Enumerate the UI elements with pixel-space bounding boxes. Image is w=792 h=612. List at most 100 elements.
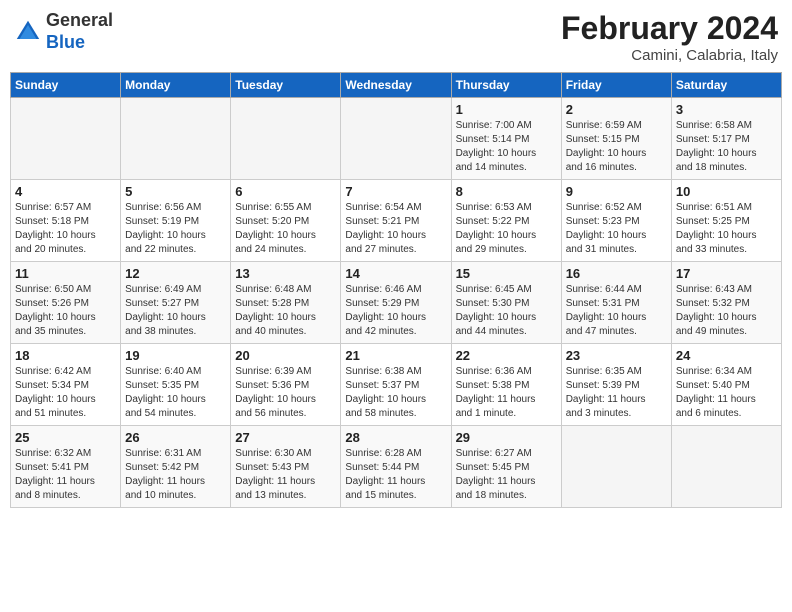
day-info: Sunrise: 6:53 AM Sunset: 5:22 PM Dayligh… <box>456 201 557 257</box>
logo-icon <box>14 18 42 46</box>
day-info: Sunrise: 6:43 AM Sunset: 5:32 PM Dayligh… <box>676 283 777 339</box>
day-number: 27 <box>235 430 336 445</box>
weekday-header-tuesday: Tuesday <box>231 73 341 98</box>
week-row-2: 4 Sunrise: 6:57 AM Sunset: 5:18 PM Daylig… <box>11 180 782 262</box>
day-number: 25 <box>15 430 116 445</box>
day-cell: 28 Sunrise: 6:28 AM Sunset: 5:44 PM Dayli… <box>341 426 451 508</box>
day-number: 7 <box>345 184 446 199</box>
day-number: 8 <box>456 184 557 199</box>
weekday-header-thursday: Thursday <box>451 73 561 98</box>
day-cell <box>341 98 451 180</box>
day-cell: 6 Sunrise: 6:55 AM Sunset: 5:20 PM Daylig… <box>231 180 341 262</box>
day-cell <box>121 98 231 180</box>
day-number: 18 <box>15 348 116 363</box>
day-info: Sunrise: 6:57 AM Sunset: 5:18 PM Dayligh… <box>15 201 116 257</box>
week-row-4: 18 Sunrise: 6:42 AM Sunset: 5:34 PM Dayli… <box>11 344 782 426</box>
calendar-table: SundayMondayTuesdayWednesdayThursdayFrid… <box>10 72 782 508</box>
day-cell: 12Sunrise: 6:49 AM Sunset: 5:27 PM Dayli… <box>121 262 231 344</box>
weekday-header-friday: Friday <box>561 73 671 98</box>
weekday-header-wednesday: Wednesday <box>341 73 451 98</box>
day-cell: 23 Sunrise: 6:35 AM Sunset: 5:39 PM Dayli… <box>561 344 671 426</box>
day-info: Sunrise: 6:36 AM Sunset: 5:38 PM Dayligh… <box>456 365 557 421</box>
day-cell <box>671 426 781 508</box>
day-number: 16 <box>566 266 667 281</box>
location: Camini, Calabria, Italy <box>561 47 778 64</box>
day-number: 14 <box>345 266 446 281</box>
day-number: 9 <box>566 184 667 199</box>
day-cell: 10 Sunrise: 6:51 AM Sunset: 5:25 PM Dayli… <box>671 180 781 262</box>
day-cell: 27Sunrise: 6:30 AM Sunset: 5:43 PM Dayli… <box>231 426 341 508</box>
day-info: Sunrise: 6:32 AM Sunset: 5:41 PM Dayligh… <box>15 447 116 503</box>
day-number: 5 <box>125 184 226 199</box>
day-info: Sunrise: 7:00 AM Sunset: 5:14 PM Dayligh… <box>456 119 557 175</box>
day-info: Sunrise: 6:51 AM Sunset: 5:25 PM Dayligh… <box>676 201 777 257</box>
day-info: Sunrise: 6:28 AM Sunset: 5:44 PM Dayligh… <box>345 447 446 503</box>
day-cell <box>561 426 671 508</box>
day-cell: 2Sunrise: 6:59 AM Sunset: 5:15 PM Daylig… <box>561 98 671 180</box>
day-cell: 13Sunrise: 6:48 AM Sunset: 5:28 PM Dayli… <box>231 262 341 344</box>
day-cell <box>11 98 121 180</box>
day-cell: 26Sunrise: 6:31 AM Sunset: 5:42 PM Dayli… <box>121 426 231 508</box>
day-info: Sunrise: 6:45 AM Sunset: 5:30 PM Dayligh… <box>456 283 557 339</box>
day-number: 22 <box>456 348 557 363</box>
day-number: 19 <box>125 348 226 363</box>
day-number: 3 <box>676 102 777 117</box>
day-info: Sunrise: 6:38 AM Sunset: 5:37 PM Dayligh… <box>345 365 446 421</box>
day-info: Sunrise: 6:55 AM Sunset: 5:20 PM Dayligh… <box>235 201 336 257</box>
day-cell: 29 Sunrise: 6:27 AM Sunset: 5:45 PM Dayli… <box>451 426 561 508</box>
day-number: 29 <box>456 430 557 445</box>
title-block: February 2024 Camini, Calabria, Italy <box>561 10 778 64</box>
day-number: 15 <box>456 266 557 281</box>
week-row-1: 1 Sunrise: 7:00 AM Sunset: 5:14 PM Daylig… <box>11 98 782 180</box>
weekday-header-monday: Monday <box>121 73 231 98</box>
day-number: 10 <box>676 184 777 199</box>
day-info: Sunrise: 6:44 AM Sunset: 5:31 PM Dayligh… <box>566 283 667 339</box>
day-number: 20 <box>235 348 336 363</box>
day-cell: 18 Sunrise: 6:42 AM Sunset: 5:34 PM Dayli… <box>11 344 121 426</box>
weekday-header-sunday: Sunday <box>11 73 121 98</box>
day-cell: 24 Sunrise: 6:34 AM Sunset: 5:40 PM Dayli… <box>671 344 781 426</box>
logo: General Blue <box>14 10 113 53</box>
day-cell: 15 Sunrise: 6:45 AM Sunset: 5:30 PM Dayli… <box>451 262 561 344</box>
day-cell: 21 Sunrise: 6:38 AM Sunset: 5:37 PM Dayli… <box>341 344 451 426</box>
day-number: 1 <box>456 102 557 117</box>
day-cell: 5 Sunrise: 6:56 AM Sunset: 5:19 PM Daylig… <box>121 180 231 262</box>
day-info: Sunrise: 6:52 AM Sunset: 5:23 PM Dayligh… <box>566 201 667 257</box>
day-info: Sunrise: 6:27 AM Sunset: 5:45 PM Dayligh… <box>456 447 557 503</box>
weekday-header-row: SundayMondayTuesdayWednesdayThursdayFrid… <box>11 73 782 98</box>
day-number: 4 <box>15 184 116 199</box>
page-header: General Blue February 2024 Camini, Calab… <box>10 10 782 64</box>
day-number: 6 <box>235 184 336 199</box>
day-info: Sunrise: 6:54 AM Sunset: 5:21 PM Dayligh… <box>345 201 446 257</box>
day-number: 21 <box>345 348 446 363</box>
day-info: Sunrise: 6:35 AM Sunset: 5:39 PM Dayligh… <box>566 365 667 421</box>
day-cell: 1 Sunrise: 7:00 AM Sunset: 5:14 PM Daylig… <box>451 98 561 180</box>
month-title: February 2024 <box>561 10 778 47</box>
day-info: Sunrise: 6:46 AM Sunset: 5:29 PM Dayligh… <box>345 283 446 339</box>
day-cell: 25 Sunrise: 6:32 AM Sunset: 5:41 PM Dayli… <box>11 426 121 508</box>
day-cell: 4 Sunrise: 6:57 AM Sunset: 5:18 PM Daylig… <box>11 180 121 262</box>
day-info: Sunrise: 6:42 AM Sunset: 5:34 PM Dayligh… <box>15 365 116 421</box>
day-cell <box>231 98 341 180</box>
day-cell: 17 Sunrise: 6:43 AM Sunset: 5:32 PM Dayli… <box>671 262 781 344</box>
day-info: Sunrise: 6:58 AM Sunset: 5:17 PM Dayligh… <box>676 119 777 175</box>
day-number: 13 <box>235 266 336 281</box>
day-number: 26 <box>125 430 226 445</box>
day-cell: 22 Sunrise: 6:36 AM Sunset: 5:38 PM Dayli… <box>451 344 561 426</box>
day-cell: 7 Sunrise: 6:54 AM Sunset: 5:21 PM Daylig… <box>341 180 451 262</box>
day-info: Sunrise: 6:56 AM Sunset: 5:19 PM Dayligh… <box>125 201 226 257</box>
day-info: Sunrise: 6:49 AM Sunset: 5:27 PM Dayligh… <box>125 283 226 339</box>
day-cell: 9 Sunrise: 6:52 AM Sunset: 5:23 PM Daylig… <box>561 180 671 262</box>
day-number: 23 <box>566 348 667 363</box>
day-number: 24 <box>676 348 777 363</box>
day-cell: 19Sunrise: 6:40 AM Sunset: 5:35 PM Dayli… <box>121 344 231 426</box>
day-cell: 11Sunrise: 6:50 AM Sunset: 5:26 PM Dayli… <box>11 262 121 344</box>
day-info: Sunrise: 6:59 AM Sunset: 5:15 PM Dayligh… <box>566 119 667 175</box>
day-cell: 16 Sunrise: 6:44 AM Sunset: 5:31 PM Dayli… <box>561 262 671 344</box>
day-number: 11 <box>15 266 116 281</box>
week-row-3: 11Sunrise: 6:50 AM Sunset: 5:26 PM Dayli… <box>11 262 782 344</box>
day-number: 28 <box>345 430 446 445</box>
day-number: 17 <box>676 266 777 281</box>
day-info: Sunrise: 6:39 AM Sunset: 5:36 PM Dayligh… <box>235 365 336 421</box>
day-info: Sunrise: 6:34 AM Sunset: 5:40 PM Dayligh… <box>676 365 777 421</box>
